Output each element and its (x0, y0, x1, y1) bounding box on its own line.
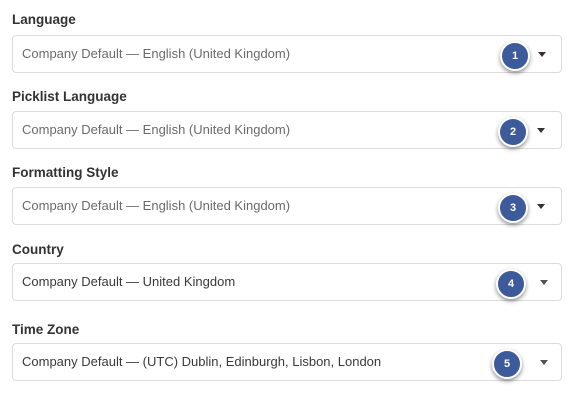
formatting-style-label: Formatting Style (12, 165, 119, 180)
chevron-down-icon[interactable] (540, 280, 548, 285)
chevron-down-icon[interactable] (540, 360, 548, 365)
time-zone-label: Time Zone (12, 322, 80, 337)
chevron-down-icon[interactable] (537, 204, 545, 209)
callout-badge-3: 3 (498, 193, 528, 223)
language-field: Language Company Default — English (Unit… (12, 11, 562, 73)
picklist-language-value: Company Default — English (United Kingdo… (22, 122, 291, 137)
country-field: Country Company Default — United Kingdom… (12, 241, 562, 301)
time-zone-value: Company Default — (UTC) Dublin, Edinburg… (22, 354, 382, 369)
formatting-style-select[interactable]: Company Default — English (United Kingdo… (12, 187, 562, 225)
picklist-language-label: Picklist Language (12, 89, 127, 104)
language-select[interactable]: Company Default — English (United Kingdo… (12, 35, 562, 73)
language-value: Company Default — English (United Kingdo… (22, 46, 291, 61)
formatting-style-field: Formatting Style Company Default — Engli… (12, 164, 562, 225)
time-zone-field: Time Zone Company Default — (UTC) Dublin… (12, 321, 562, 381)
chevron-down-icon[interactable] (537, 128, 545, 133)
chevron-down-icon[interactable] (538, 52, 546, 57)
language-label: Language (12, 12, 76, 27)
callout-badge-4: 4 (496, 269, 526, 299)
country-value: Company Default — United Kingdom (22, 274, 236, 289)
picklist-language-select[interactable]: Company Default — English (United Kingdo… (12, 111, 562, 149)
time-zone-select[interactable]: Company Default — (UTC) Dublin, Edinburg… (12, 343, 562, 381)
callout-badge-2: 2 (498, 117, 528, 147)
country-label: Country (12, 242, 64, 257)
country-select[interactable]: Company Default — United Kingdom 4 (12, 263, 562, 301)
picklist-language-field: Picklist Language Company Default — Engl… (12, 88, 562, 149)
formatting-style-value: Company Default — English (United Kingdo… (22, 198, 291, 213)
callout-badge-1: 1 (500, 41, 530, 71)
callout-badge-5: 5 (492, 349, 522, 379)
